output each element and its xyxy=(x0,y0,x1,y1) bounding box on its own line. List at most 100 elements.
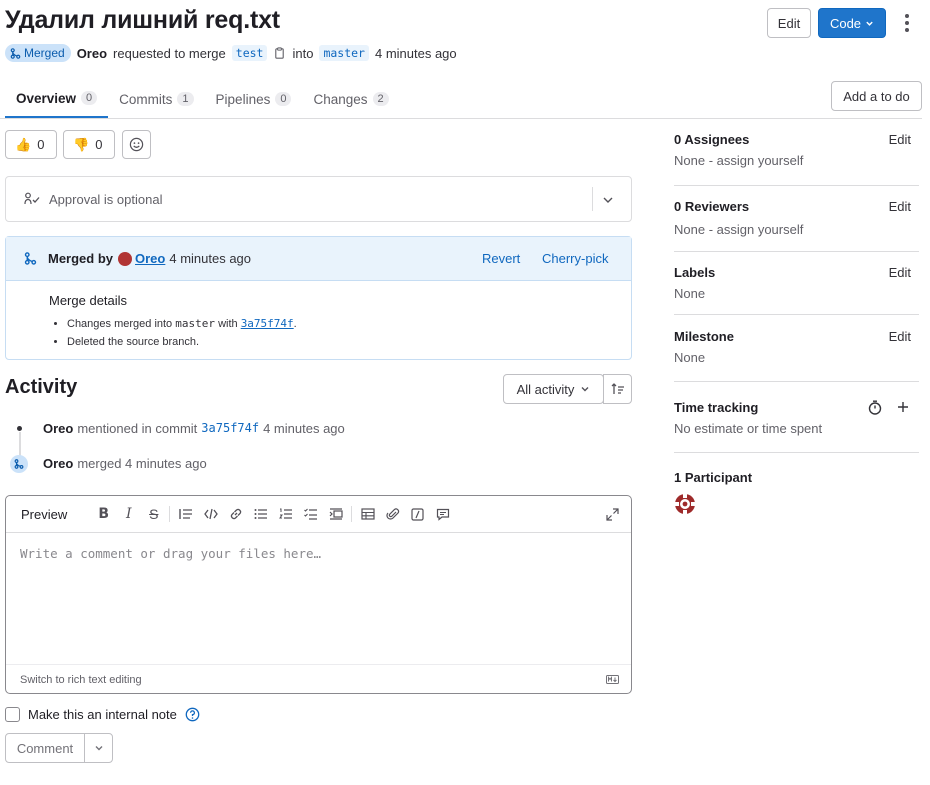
merge-detail-item: Changes merged into master with 3a75f74f… xyxy=(67,315,297,333)
link-icon[interactable] xyxy=(223,502,248,527)
code-button[interactable]: Code xyxy=(818,8,886,38)
cherry-pick-button[interactable]: Cherry-pick xyxy=(542,251,608,266)
detail-text: . xyxy=(293,318,297,330)
comment-textarea[interactable] xyxy=(6,534,631,664)
thumbs-down-count: 0 xyxy=(95,137,103,152)
revert-button[interactable]: Revert xyxy=(482,251,520,266)
tab-label: Changes xyxy=(313,91,368,107)
source-branch[interactable]: test xyxy=(231,45,268,61)
thumbs-up-count: 0 xyxy=(37,137,45,152)
more-actions-icon[interactable] xyxy=(895,8,919,38)
target-branch[interactable]: master xyxy=(319,45,369,61)
checklist-icon[interactable] xyxy=(298,502,323,527)
activity-text: merged 4 minutes ago xyxy=(77,456,207,471)
thumbs-down-button[interactable]: 👎 0 xyxy=(63,130,115,159)
comment-editor: Preview B I S Switch to rich text editin… xyxy=(5,495,632,694)
page-title: Удалил лишний req.txt xyxy=(5,6,280,34)
code-icon[interactable] xyxy=(198,502,223,527)
status-label: Merged xyxy=(24,46,65,60)
sidebar-participants: 1 Participant xyxy=(674,470,919,518)
thumbs-down-icon: 👎 xyxy=(73,136,90,152)
time-tracking-title: Time tracking xyxy=(674,400,759,415)
thumbs-up-button[interactable]: 👍 0 xyxy=(5,130,57,159)
sort-order-button[interactable] xyxy=(603,374,632,404)
comment-options-dropdown[interactable] xyxy=(84,733,113,763)
labels-value: None xyxy=(674,286,706,301)
table-icon[interactable] xyxy=(355,502,380,527)
tab-label: Overview xyxy=(16,90,77,106)
edit-button[interactable]: Edit xyxy=(767,8,811,38)
attachment-icon[interactable] xyxy=(380,502,405,527)
merged-by-label: Merged by xyxy=(48,251,114,266)
add-reaction-button[interactable] xyxy=(122,130,151,159)
slash-command-icon[interactable] xyxy=(405,502,430,527)
activity-text: mentioned in commit xyxy=(77,421,198,436)
code-button-label: Code xyxy=(829,15,862,31)
copy-icon[interactable] xyxy=(273,46,286,60)
sidebar-assignees: 0 Assignees None - assign yourself Edit xyxy=(674,132,919,186)
commit-link[interactable]: 3a75f74f xyxy=(201,421,259,436)
approval-icon xyxy=(24,192,40,205)
activity-user-link[interactable]: Oreo xyxy=(43,456,73,471)
chevron-down-icon[interactable] xyxy=(602,194,614,206)
assignees-edit-button[interactable]: Edit xyxy=(889,132,911,147)
tab-changes[interactable]: Changes 2 xyxy=(302,80,399,118)
reviewers-value[interactable]: None - assign yourself xyxy=(674,222,919,237)
switch-rich-text-button[interactable]: Switch to rich text editing xyxy=(20,674,142,686)
reviewers-edit-button[interactable]: Edit xyxy=(889,199,911,214)
indent-icon[interactable] xyxy=(323,502,348,527)
time-tracking-value: No estimate or time spent xyxy=(674,421,823,436)
preview-tab[interactable]: Preview xyxy=(21,507,67,522)
author-link[interactable]: Oreo xyxy=(77,46,107,61)
internal-note-checkbox[interactable] xyxy=(5,707,20,722)
merged-widget-header: Merged by Oreo 4 minutes ago Revert Cher… xyxy=(6,237,631,281)
activity-user-link[interactable]: Oreo xyxy=(43,421,73,436)
merged-by-user-link[interactable]: Oreo xyxy=(135,251,165,266)
chevron-down-icon xyxy=(95,746,102,751)
activity-item: Oreo mentioned in commit 3a75f74f 4 minu… xyxy=(43,421,345,436)
internal-note-label[interactable]: Make this an internal note xyxy=(28,707,177,722)
tab-overview[interactable]: Overview 0 xyxy=(5,80,109,118)
tab-label: Commits xyxy=(119,91,173,107)
merge-details-title: Merge details xyxy=(49,293,128,308)
labels-edit-button[interactable]: Edit xyxy=(889,265,911,280)
merge-icon xyxy=(10,47,21,59)
tab-commits[interactable]: Commits 1 xyxy=(108,80,204,118)
editor-footer: Switch to rich text editing xyxy=(6,664,631,693)
avatar[interactable] xyxy=(674,493,696,515)
italic-icon[interactable]: I xyxy=(116,502,141,527)
help-icon[interactable] xyxy=(185,707,200,722)
mr-tabs: Overview 0 Commits 1 Pipelines 0 Changes… xyxy=(5,80,400,118)
bullet-list-icon[interactable] xyxy=(248,502,273,527)
activity-title: Activity xyxy=(5,376,78,398)
fullscreen-icon[interactable] xyxy=(600,502,625,527)
stopwatch-icon[interactable] xyxy=(868,400,882,415)
participants-title: 1 Participant xyxy=(674,470,753,485)
detail-text: Changes merged into xyxy=(67,318,173,330)
plus-icon[interactable] xyxy=(897,401,909,413)
assignees-value[interactable]: None - assign yourself xyxy=(674,153,919,168)
merged-widget: Merged by Oreo 4 minutes ago Revert Cher… xyxy=(5,236,632,360)
bold-icon[interactable]: B xyxy=(91,502,116,527)
comment-icon[interactable] xyxy=(430,502,455,527)
thumbs-up-icon: 👍 xyxy=(15,136,32,152)
strikethrough-icon[interactable]: S xyxy=(141,502,166,527)
numbered-list-icon[interactable] xyxy=(273,502,298,527)
detail-text: with xyxy=(218,318,238,330)
milestone-edit-button[interactable]: Edit xyxy=(889,329,911,344)
milestone-value: None xyxy=(674,350,706,365)
add-todo-button[interactable]: Add a to do xyxy=(831,81,922,111)
internal-note-row: Make this an internal note xyxy=(5,707,200,722)
sort-icon xyxy=(611,383,624,394)
comment-button[interactable]: Comment xyxy=(5,733,85,763)
tab-pipelines[interactable]: Pipelines 0 xyxy=(205,80,303,118)
sidebar-time-tracking: Time tracking No estimate or time spent xyxy=(674,400,919,453)
markdown-icon xyxy=(606,675,619,684)
activity-filter-dropdown[interactable]: All activity xyxy=(503,374,604,404)
tab-label: Pipelines xyxy=(215,91,271,107)
commit-link[interactable]: 3a75f74f xyxy=(241,317,294,330)
labels-title: Labels xyxy=(674,265,716,280)
chevron-down-icon xyxy=(581,387,589,392)
tab-count: 0 xyxy=(275,92,292,106)
quote-icon[interactable] xyxy=(173,502,198,527)
